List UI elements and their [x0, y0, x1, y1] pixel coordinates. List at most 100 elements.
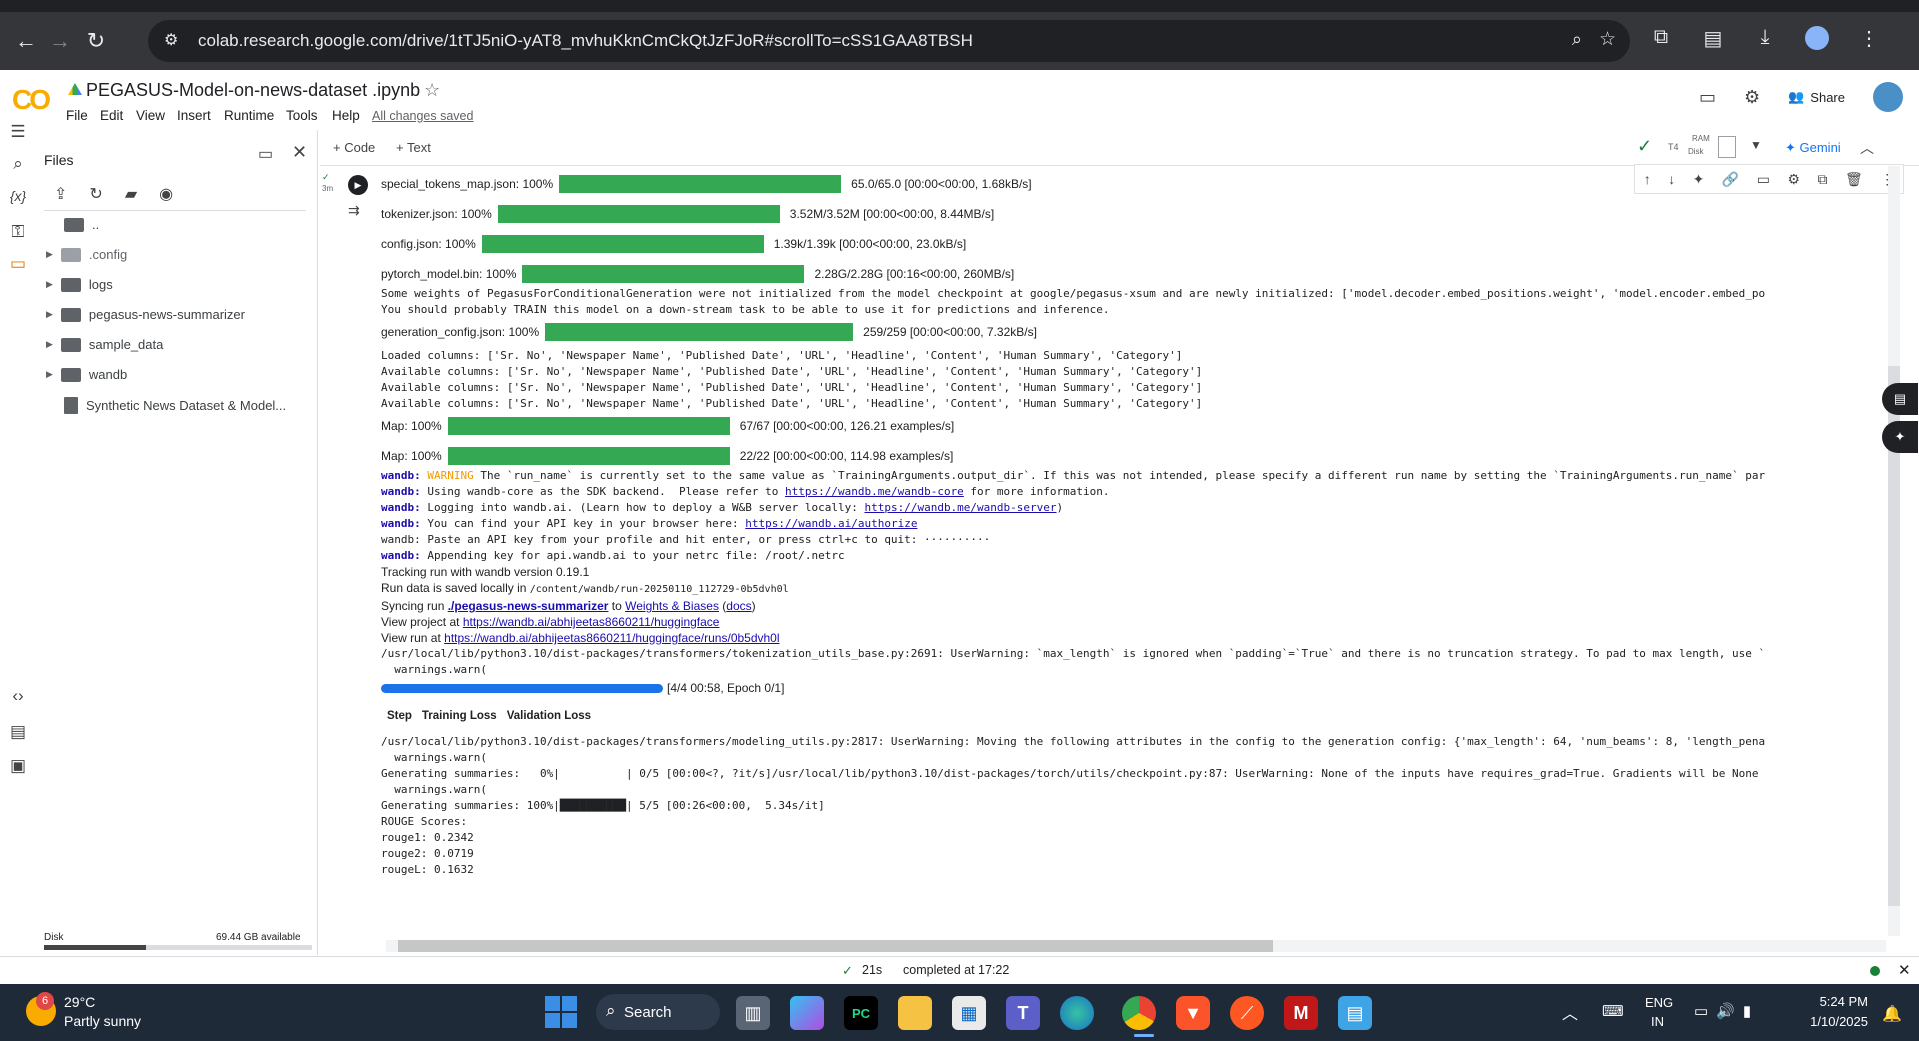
search-icon[interactable]: ⌕ — [6, 154, 30, 174]
runtime-type[interactable]: T4 — [1668, 142, 1679, 152]
close-icon[interactable]: ✕ — [1898, 961, 1911, 979]
horizontal-scrollbar[interactable] — [386, 940, 1886, 952]
edge-icon[interactable] — [1060, 996, 1094, 1030]
clock-time[interactable]: 5:24 PM — [1808, 994, 1868, 1009]
add-text-button[interactable]: + Text — [396, 140, 431, 155]
docs-link[interactable]: docs — [726, 599, 751, 613]
close-icon[interactable]: ✕ — [292, 142, 307, 163]
site-info-icon[interactable]: ⚙ — [164, 30, 178, 50]
command-palette-icon[interactable]: ▤ — [6, 722, 30, 742]
menu-tools[interactable]: Tools — [286, 108, 318, 123]
mount-drive-icon[interactable]: ▰ — [125, 184, 137, 204]
terminal-icon[interactable]: ▣ — [6, 756, 30, 776]
menu-runtime[interactable]: Runtime — [224, 108, 274, 123]
bookmark-star-icon[interactable]: ☆ — [1599, 28, 1616, 51]
chevron-right-icon[interactable]: ▶ — [46, 339, 53, 350]
star-icon[interactable]: ☆ — [424, 80, 440, 101]
code-snippets-icon[interactable]: ‹› — [6, 686, 30, 706]
show-hidden-icon[interactable]: ◉ — [159, 184, 173, 204]
notification-bell-icon[interactable]: 🔔 — [1882, 1004, 1902, 1024]
menu-help[interactable]: Help — [332, 108, 360, 123]
taskbar-search[interactable]: ⌕ Search — [596, 994, 720, 1030]
address-bar[interactable]: ⚙ colab.research.google.com/drive/1tTJ5n… — [148, 20, 1630, 62]
wandb-server-link[interactable]: https://wandb.me/wandb-server — [864, 501, 1056, 514]
wandb-authorize-link[interactable]: https://wandb.ai/authorize — [745, 517, 917, 530]
file-explorer-icon[interactable] — [898, 996, 932, 1030]
refresh-icon[interactable]: ↻ — [89, 184, 102, 204]
run-url-link[interactable]: https://wandb.ai/abhijeetas8660211/huggi… — [444, 631, 779, 645]
file-item[interactable]: ▶ logs — [46, 277, 113, 292]
file-item[interactable]: ▶ pegasus-news-summarizer — [46, 307, 245, 322]
vertical-scrollbar[interactable] — [1888, 166, 1900, 936]
upload-icon[interactable]: ⇪ — [54, 184, 67, 204]
folder-icon — [60, 307, 81, 322]
variables-icon[interactable]: {x} — [6, 188, 30, 204]
reading-list-icon[interactable]: ▤ — [1698, 26, 1728, 56]
output-toggle-icon[interactable]: ⇉ — [348, 202, 360, 219]
runtime-dropdown-icon[interactable]: ▼ — [1750, 138, 1762, 152]
forward-icon[interactable]: → — [44, 25, 76, 57]
collapse-icon[interactable]: ︿ — [1860, 138, 1874, 158]
add-code-button[interactable]: + Code — [333, 140, 375, 155]
file-item[interactable]: ▶ sample_data — [46, 337, 163, 352]
language[interactable]: ENG — [1645, 995, 1673, 1010]
windows-start-icon[interactable] — [545, 996, 577, 1028]
comments-icon[interactable]: ▭ — [1699, 87, 1716, 108]
zoom-icon[interactable]: ⌕ — [1572, 29, 1582, 50]
run-cell-button[interactable]: ▶ — [348, 175, 368, 195]
files-panel: Files ▭ ✕ ⇪ ↻ ▰ ◉ .. ▶ .config ▶ logs ▶ peg… — [36, 130, 318, 955]
floating-notes-icon[interactable]: ▤ — [1882, 383, 1918, 415]
task-view-icon[interactable]: ▥ — [736, 996, 770, 1030]
back-icon[interactable]: ← — [10, 25, 42, 57]
colab-logo[interactable]: CO — [12, 84, 51, 116]
api-key-prompt[interactable]: wandb: Paste an API key from your profil… — [381, 532, 1885, 548]
project-link[interactable]: https://wandb.ai/abhijeetas8660211/huggi… — [463, 615, 720, 629]
toc-icon[interactable]: ☰ — [6, 122, 30, 142]
wandb-link[interactable]: Weights & Biases — [625, 599, 719, 613]
menu-insert[interactable]: Insert — [177, 108, 211, 123]
keyboard-icon[interactable]: ⌨ — [1602, 1002, 1624, 1020]
chevron-right-icon[interactable]: ▶ — [46, 279, 53, 290]
folder-icon[interactable]: ▭ — [6, 254, 30, 274]
connected-check-icon: ✓ — [1637, 136, 1653, 156]
settings-gear-icon[interactable]: ⚙ — [1744, 87, 1760, 108]
teams-icon[interactable]: T — [1006, 996, 1040, 1030]
resource-meter[interactable] — [1718, 136, 1736, 158]
notepad-icon[interactable]: ▤ — [1338, 996, 1372, 1030]
chevron-right-icon[interactable]: ▶ — [46, 249, 53, 260]
files-actions: ⇪ ↻ ▰ ◉ — [54, 184, 173, 204]
wandb-core-link[interactable]: https://wandb.me/wandb-core — [785, 485, 964, 498]
file-item[interactable]: ▶ .config — [46, 247, 127, 262]
menu-edit[interactable]: Edit — [100, 108, 123, 123]
file-item[interactable]: ▶ wandb — [46, 367, 127, 382]
menu-view[interactable]: View — [136, 108, 165, 123]
floating-gemini-icon[interactable]: ✦ — [1882, 421, 1918, 453]
brave-icon[interactable]: ▼ — [1176, 996, 1210, 1030]
run-link[interactable]: ./pegasus-news-summarizer — [448, 599, 609, 613]
chevron-right-icon[interactable]: ▶ — [46, 309, 53, 320]
postman-icon[interactable]: ⟋ — [1230, 996, 1264, 1030]
reload-icon[interactable]: ↻ — [80, 25, 112, 57]
copilot-icon[interactable] — [790, 996, 824, 1030]
save-status[interactable]: All changes saved — [372, 109, 473, 123]
notebook-title[interactable]: PEGASUS-Model-on-news-dataset .ipynb — [86, 80, 420, 101]
system-tray[interactable]: ▭ 🔊 ▮ — [1694, 1002, 1751, 1020]
account-avatar[interactable] — [1873, 82, 1903, 112]
menu-file[interactable]: File — [66, 108, 88, 123]
extensions-icon[interactable]: ⧉ — [1646, 26, 1676, 56]
pycharm-icon[interactable]: PC — [844, 996, 878, 1030]
download-icon[interactable]: ⤓ — [1750, 26, 1780, 56]
file-item[interactable]: .. — [64, 217, 99, 232]
browser-menu-icon[interactable]: ⋮ — [1854, 26, 1884, 56]
gemini-button[interactable]: ✦ Gemini — [1785, 140, 1841, 156]
share-button[interactable]: 👥 Share — [1788, 89, 1845, 105]
tray-overflow-icon[interactable]: ︿ — [1562, 1000, 1578, 1024]
store-icon[interactable]: ▦ — [952, 996, 986, 1030]
chevron-right-icon[interactable]: ▶ — [46, 369, 53, 380]
chrome-icon[interactable] — [1122, 996, 1156, 1030]
open-in-tab-icon[interactable]: ▭ — [258, 144, 273, 164]
mcafee-icon[interactable]: M — [1284, 996, 1318, 1030]
file-item[interactable]: Synthetic News Dataset & Model... — [64, 397, 286, 414]
profile-avatar[interactable] — [1802, 26, 1832, 56]
secrets-key-icon[interactable]: ⚿ — [6, 222, 30, 242]
